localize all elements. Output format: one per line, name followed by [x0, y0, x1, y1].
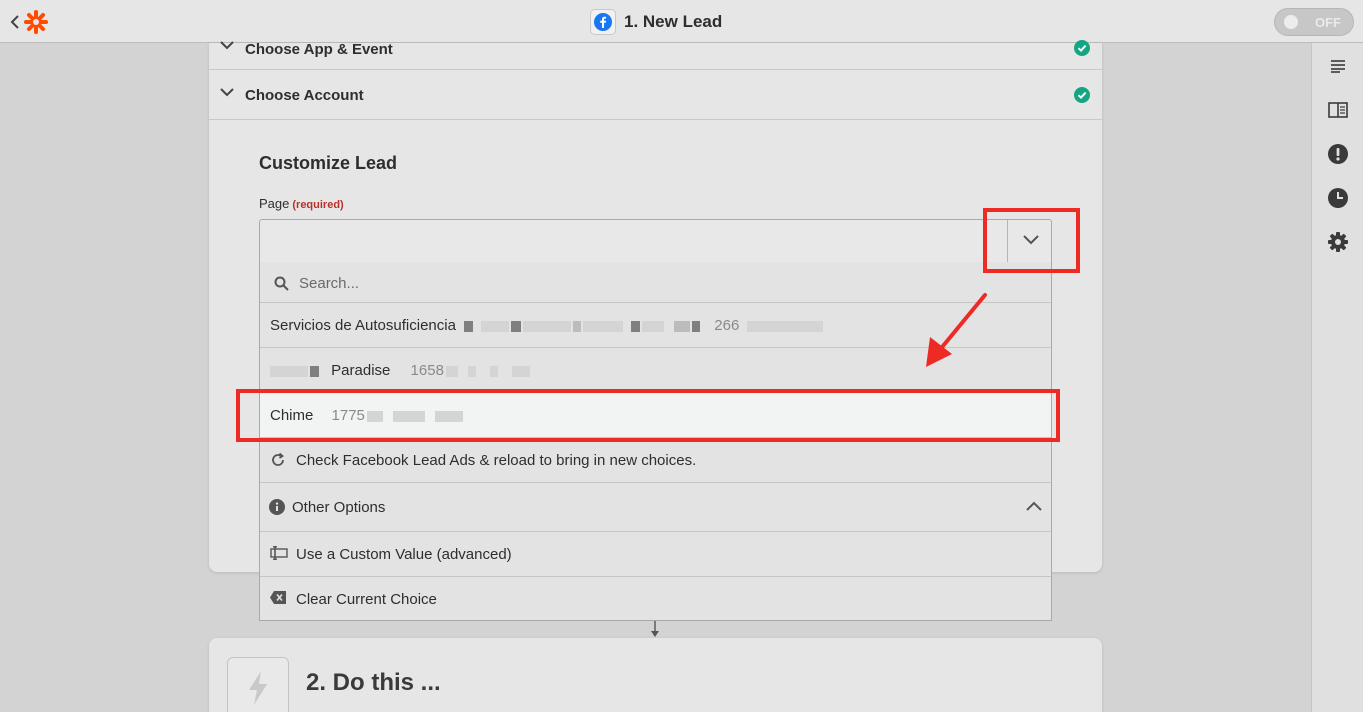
page-field-label: Page (required) — [259, 196, 344, 211]
search-input[interactable]: Search... — [299, 275, 359, 292]
step-2-title: 2. Do this ... — [306, 669, 441, 696]
custom-value-option[interactable]: Use a Custom Value (advanced) — [260, 532, 1051, 577]
clear-choice-option[interactable]: Clear Current Choice — [260, 577, 1051, 620]
custom-value-icon — [270, 546, 288, 560]
reload-choices-row[interactable]: Check Facebook Lead Ads & reload to brin… — [260, 438, 1051, 483]
other-options-label: Other Options — [292, 499, 386, 516]
option-id: 1658 — [410, 362, 444, 379]
clear-choice-label: Clear Current Choice — [296, 591, 437, 608]
step-connector-arrow-icon — [651, 621, 659, 637]
required-tag: (required) — [292, 199, 344, 211]
customize-lead-title: Customize Lead — [259, 153, 398, 173]
clear-backspace-icon — [270, 591, 286, 604]
zap-on-off-toggle[interactable]: OFF — [1274, 8, 1354, 36]
lightning-bolt-icon — [249, 671, 267, 705]
choose-account-label: Choose Account — [245, 87, 364, 104]
details-icon[interactable] — [1325, 53, 1351, 79]
choose-account-row[interactable]: Choose Account — [209, 70, 1102, 120]
option-id: 266 — [714, 317, 740, 334]
chevron-down-icon — [220, 88, 234, 97]
back-chevron-icon[interactable] — [10, 14, 20, 30]
reload-text: Check Facebook Lead Ads & reload to brin… — [296, 452, 697, 469]
annotation-box-chime — [236, 389, 1060, 442]
search-icon — [274, 276, 289, 291]
toggle-knob — [1284, 15, 1298, 29]
history-clock-icon[interactable] — [1325, 185, 1351, 211]
page-select[interactable] — [259, 219, 1052, 263]
option-name: Servicios de Autosuficiencia — [270, 317, 456, 334]
success-check-icon — [1074, 87, 1090, 103]
chevron-up-icon[interactable] — [1025, 501, 1043, 512]
chevron-down-icon — [220, 41, 234, 50]
success-check-icon — [1074, 40, 1090, 56]
option-name: Paradise — [331, 362, 391, 379]
custom-value-label: Use a Custom Value (advanced) — [296, 546, 512, 563]
other-options-header[interactable]: Other Options — [260, 483, 1051, 532]
step-2-card[interactable]: 2. Do this ... — [209, 638, 1102, 712]
step-2-app-tile[interactable] — [227, 657, 289, 712]
reload-icon — [272, 452, 285, 466]
toggle-label: OFF — [1315, 15, 1341, 30]
zapier-logo-icon[interactable] — [24, 10, 48, 34]
choose-app-event-label: Choose App & Event — [245, 41, 393, 58]
annotation-arrow-icon — [926, 293, 987, 367]
info-icon — [269, 499, 285, 515]
annotation-box-dropdown-toggle — [983, 208, 1080, 273]
page-label-text: Page — [259, 196, 290, 211]
choose-app-event-row[interactable]: Choose App & Event — [209, 20, 1102, 70]
guide-book-icon[interactable] — [1325, 97, 1351, 123]
settings-gear-icon[interactable] — [1325, 229, 1351, 255]
right-sidebar — [1311, 43, 1363, 712]
alert-icon[interactable] — [1325, 141, 1351, 167]
